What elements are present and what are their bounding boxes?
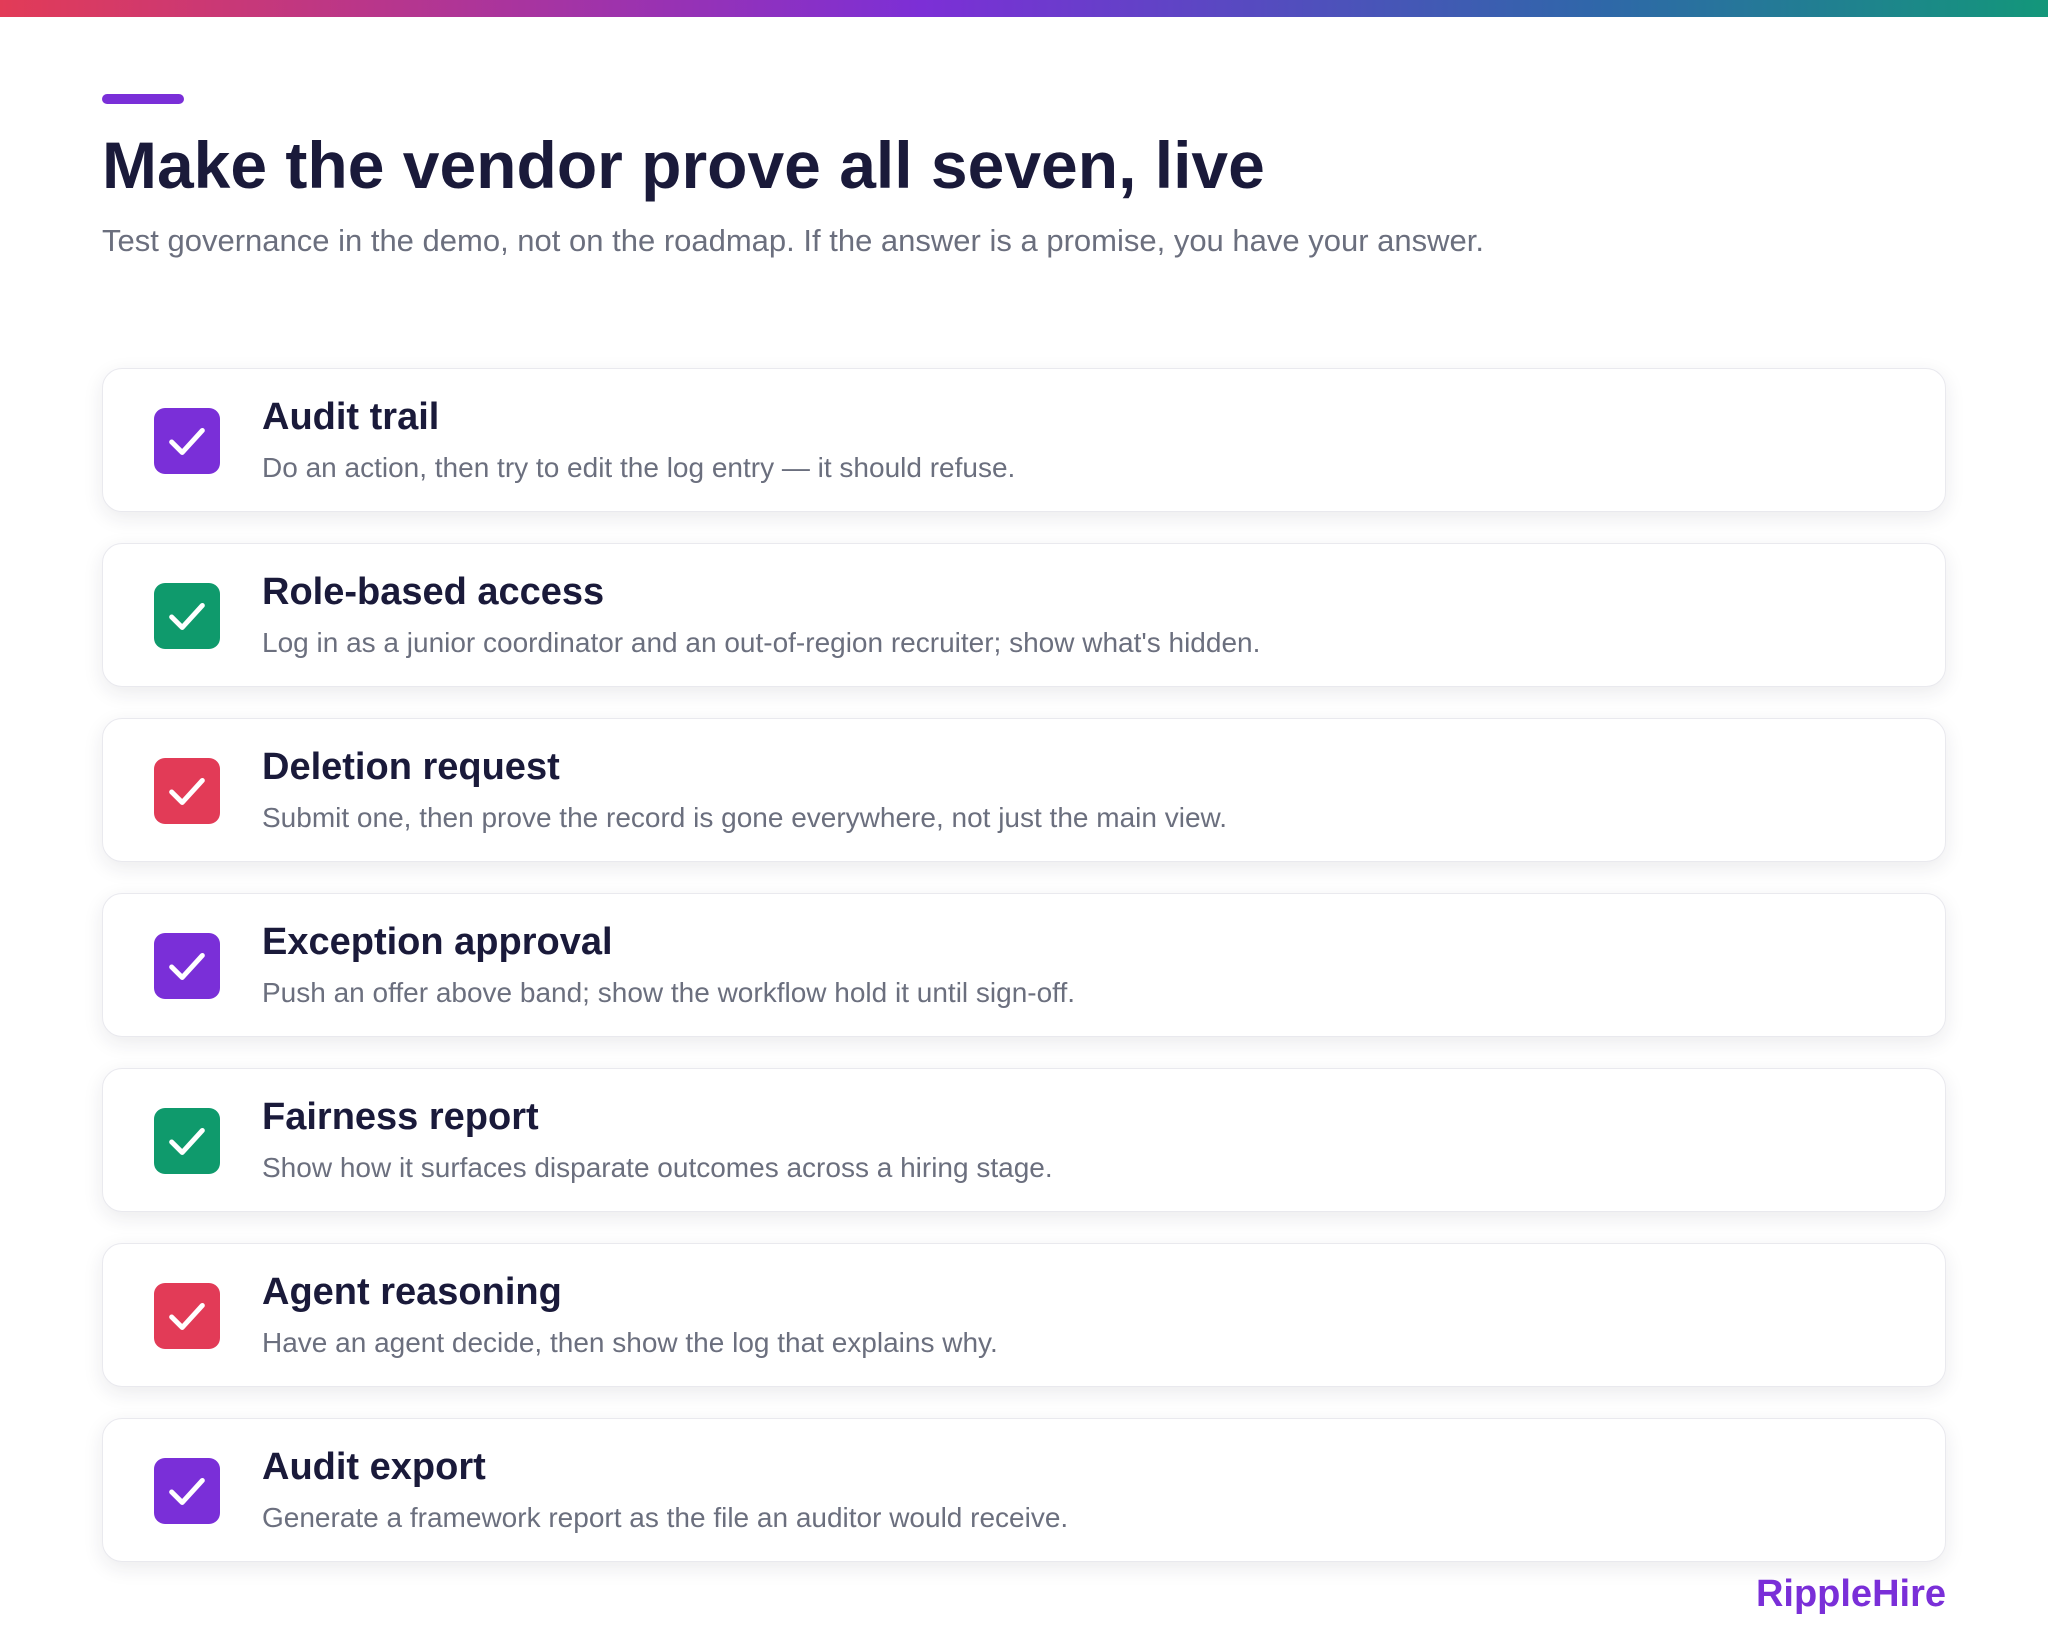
checklist-item-description: Log in as a junior coordinator and an ou…	[262, 627, 1261, 658]
checklist-item-description: Generate a framework report as the file …	[262, 1502, 1069, 1533]
brand-logo: RippleHire	[1755, 1573, 1946, 1615]
checklist-item-title: Fairness report	[262, 1096, 539, 1138]
title-accent-rule	[102, 94, 184, 104]
checkbox-checked-icon	[154, 758, 220, 824]
checklist: Audit trail Do an action, then try to ed…	[102, 368, 1946, 1562]
checkbox-checked-icon	[154, 1108, 220, 1174]
checkbox-checked-icon	[154, 1283, 220, 1349]
checkbox-checked-icon	[154, 408, 220, 474]
page-title: Make the vendor prove all seven, live	[102, 128, 1265, 202]
checklist-item-description: Submit one, then prove the record is gon…	[262, 802, 1227, 833]
checklist-item: Agent reasoning Have an agent decide, th…	[102, 1243, 1946, 1387]
checklist-item-title: Agent reasoning	[262, 1271, 562, 1313]
checklist-item: Deletion request Submit one, then prove …	[102, 718, 1946, 862]
checklist-item-title: Audit export	[262, 1446, 486, 1488]
top-gradient-bar	[0, 0, 2048, 17]
checkbox-checked-icon	[154, 583, 220, 649]
checklist-item: Audit export Generate a framework report…	[102, 1418, 1946, 1562]
checkbox-checked-icon	[154, 1458, 220, 1524]
checklist-item-description: Do an action, then try to edit the log e…	[262, 452, 1016, 483]
checklist-item-title: Exception approval	[262, 921, 613, 963]
checklist-item-description: Show how it surfaces disparate outcomes …	[262, 1152, 1053, 1183]
page-subtitle: Test governance in the demo, not on the …	[102, 223, 1484, 258]
checklist-item-description: Have an agent decide, then show the log …	[262, 1327, 998, 1358]
checkbox-checked-icon	[154, 933, 220, 999]
checklist-item: Audit trail Do an action, then try to ed…	[102, 368, 1946, 512]
checklist-item-title: Role-based access	[262, 571, 605, 613]
checklist-item-title: Deletion request	[262, 746, 560, 788]
checklist-item: Exception approval Push an offer above b…	[102, 893, 1946, 1037]
checklist-item: Fairness report Show how it surfaces dis…	[102, 1068, 1946, 1212]
checklist-item-title: Audit trail	[262, 396, 440, 438]
checklist-item-description: Push an offer above band; show the workf…	[262, 977, 1076, 1008]
checklist-item: Role-based access Log in as a junior coo…	[102, 543, 1946, 687]
